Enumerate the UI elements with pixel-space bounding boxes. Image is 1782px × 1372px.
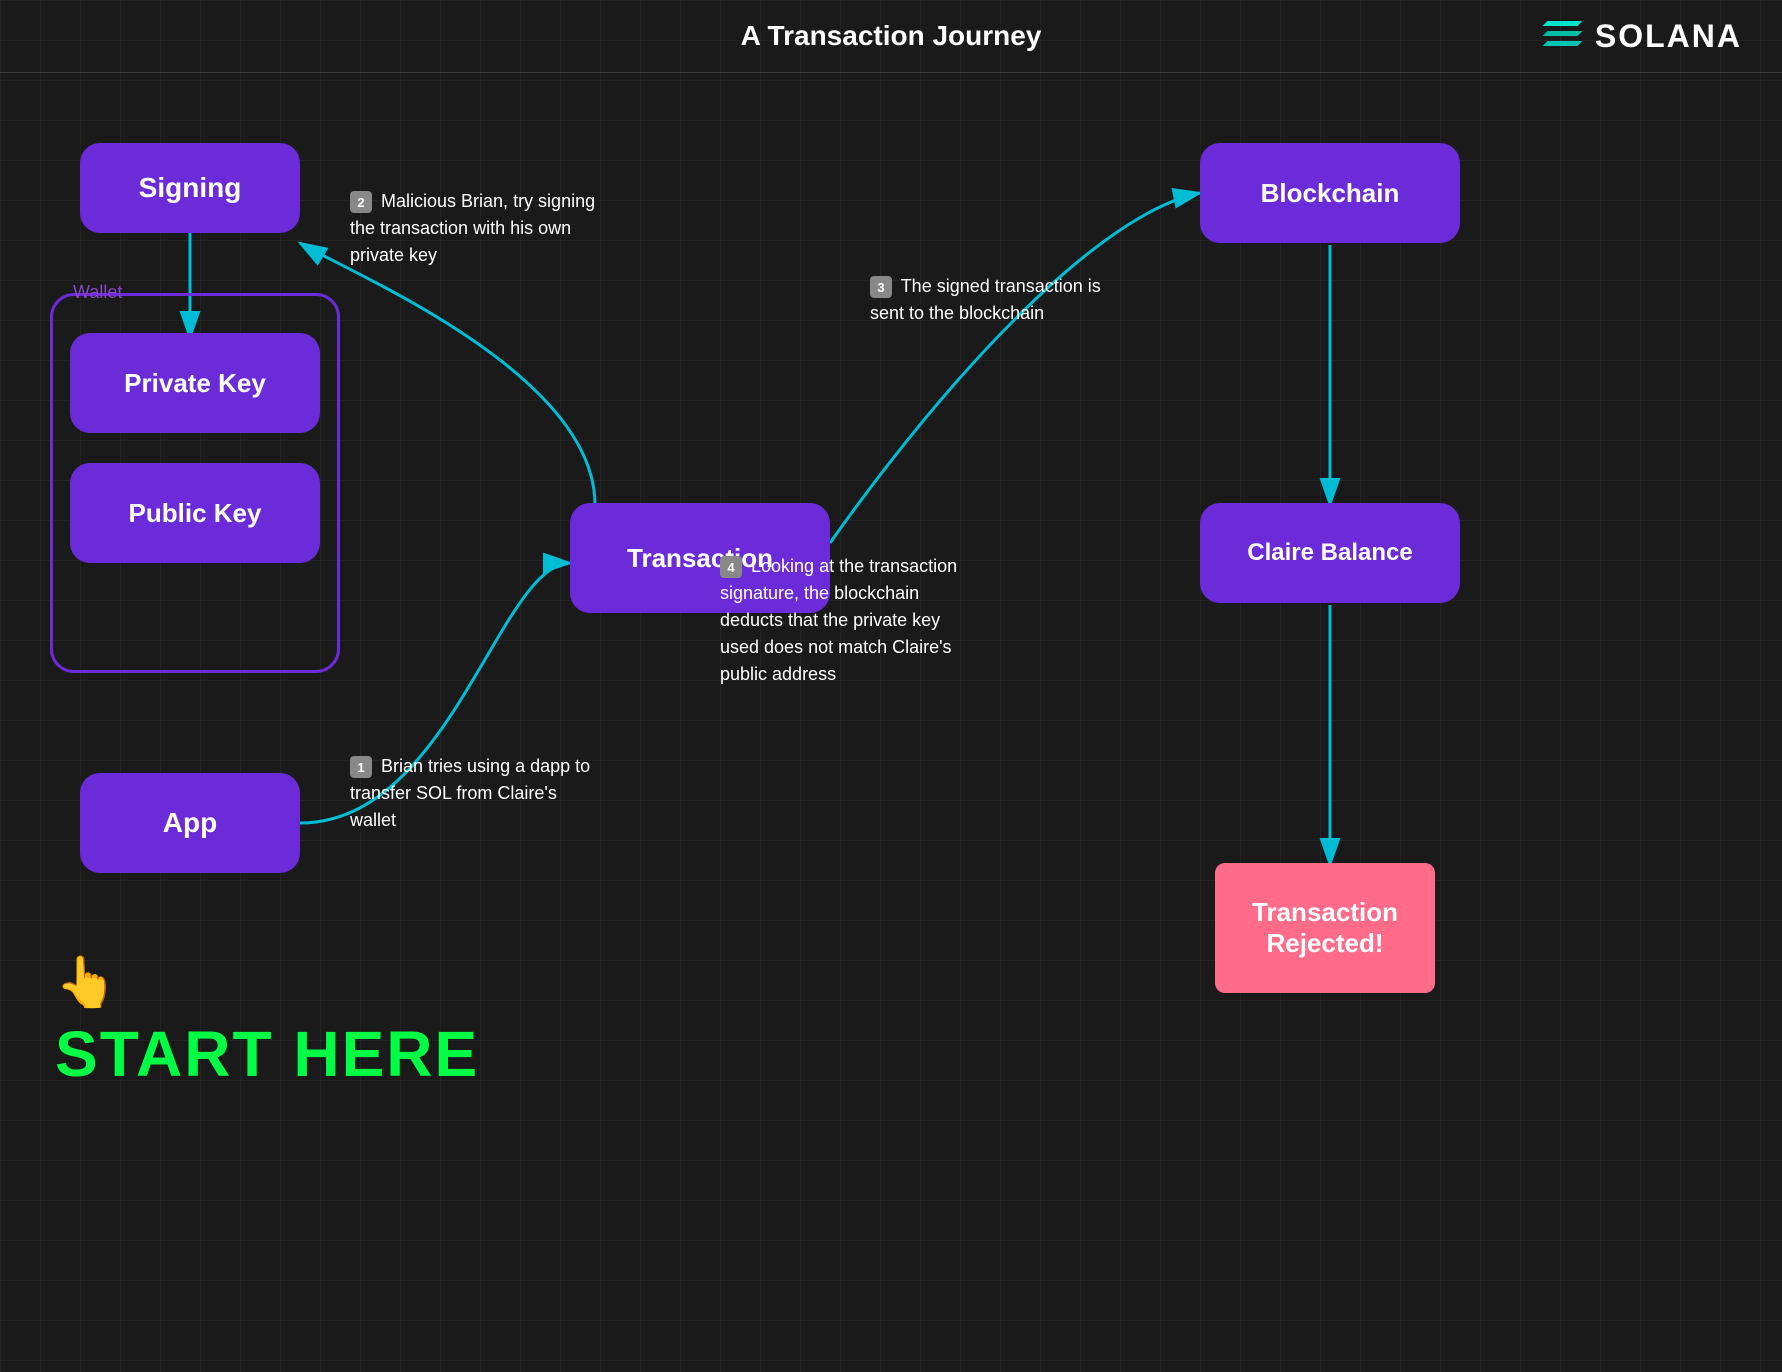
annotation-num-4: 4 <box>720 556 742 578</box>
annotation-num-2: 2 <box>350 191 372 213</box>
page-title: A Transaction Journey <box>741 20 1042 52</box>
start-here-text: START HERE <box>55 1017 479 1091</box>
annotation-2: 2 Malicious Brian, try signing the trans… <box>350 188 600 269</box>
private-key-box: Private Key <box>70 333 320 433</box>
annotation-num-1: 1 <box>350 756 372 778</box>
public-key-box: Public Key <box>70 463 320 563</box>
solana-text: SOLANA <box>1595 18 1742 55</box>
arrows-svg <box>0 73 1782 1365</box>
hand-icon: 👆 <box>55 953 479 1012</box>
diagram-area: Signing Wallet Private Key Public Key Ap… <box>0 73 1782 1365</box>
start-here: 👆 START HERE <box>55 953 479 1091</box>
solana-logo: SOLANA <box>1535 16 1742 56</box>
blockchain-box: Blockchain <box>1200 143 1460 243</box>
annotation-3: 3 The signed transaction is sent to the … <box>870 273 1120 327</box>
signing-box: Signing <box>80 143 300 233</box>
claire-balance-box: Claire Balance <box>1200 503 1460 603</box>
annotation-1: 1 Brian tries using a dapp to transfer S… <box>350 753 600 834</box>
wallet-label: Wallet <box>73 282 122 303</box>
annotation-4: 4 Looking at the transaction signature, … <box>720 553 970 688</box>
app-box: App <box>80 773 300 873</box>
annotation-num-3: 3 <box>870 276 892 298</box>
solana-icon <box>1535 16 1585 56</box>
header: A Transaction Journey SOLANA <box>0 0 1782 73</box>
transaction-rejected-box: Transaction Rejected! <box>1215 863 1435 993</box>
